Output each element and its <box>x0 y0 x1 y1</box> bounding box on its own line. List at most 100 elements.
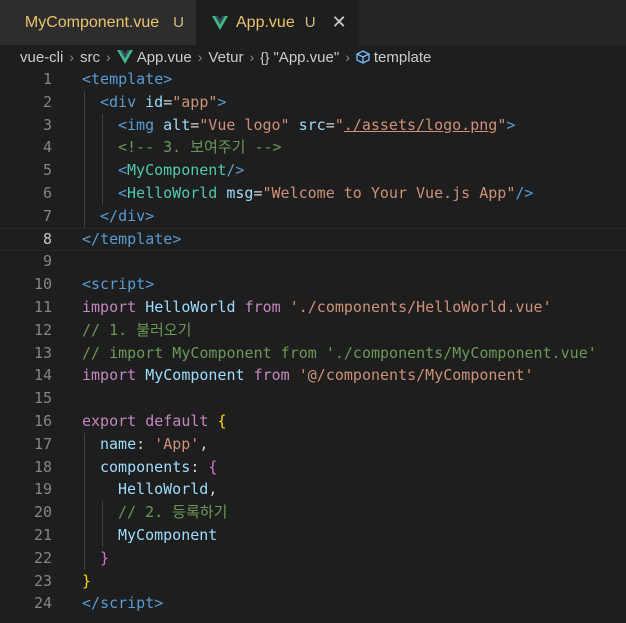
code-text: </div> <box>100 205 154 228</box>
line-number: 22 <box>33 548 52 567</box>
token: > <box>217 92 227 111</box>
line-number: 16 <box>33 411 52 430</box>
token: { <box>208 457 218 476</box>
token: script <box>100 594 155 613</box>
line-number: 21 <box>33 525 52 544</box>
token: : <box>190 457 200 476</box>
token: template <box>100 229 173 248</box>
close-icon[interactable]: ✕ <box>332 12 347 33</box>
tab-label: MyComponent.vue <box>24 13 160 31</box>
code-text: } <box>82 570 91 593</box>
token: div <box>118 206 146 225</box>
vue-file-icon <box>116 50 133 64</box>
breadcrumb-label: App.vue <box>136 48 192 66</box>
token: > <box>163 70 173 88</box>
token: MyComponent <box>118 525 218 544</box>
code-text: components: { <box>100 456 217 479</box>
line-number: 10 <box>33 275 52 294</box>
code-text: <MyComponent/> <box>118 159 244 182</box>
line-number: 18 <box>33 457 52 476</box>
braces-icon: {} <box>260 49 270 65</box>
breadcrumb-item-src[interactable]: src <box>80 49 100 66</box>
breadcrumb-item-template[interactable]: template <box>356 48 432 66</box>
line-number: 19 <box>33 480 52 499</box>
code-line: 14 import MyComponent from '@/components/… <box>0 364 626 387</box>
code-line: 21 MyComponent <box>0 524 626 547</box>
code-line: 18 components: { <box>0 456 626 479</box>
line-number: 6 <box>42 183 52 202</box>
token: = <box>163 92 173 111</box>
token: HelloWorld <box>145 297 236 316</box>
code-line: 24 </script> <box>0 592 626 615</box>
line-number: 8 <box>42 229 52 248</box>
code-line: 7 </div> <box>0 205 626 228</box>
breadcrumb-label: template <box>373 48 432 66</box>
breadcrumb-item-app-vue[interactable]: App.vue <box>116 48 192 66</box>
token: default <box>145 411 209 430</box>
token: name <box>100 434 137 453</box>
file-link[interactable]: ./assets/logo.png <box>344 116 498 134</box>
breadcrumb-item-vue-cli[interactable]: vue-cli <box>20 49 63 66</box>
code-text: // 1. 불러오기 <box>82 319 191 342</box>
token: > <box>145 206 155 225</box>
line-number: 24 <box>33 594 52 613</box>
tab-app-vue[interactable]: App.vue U ✕ <box>196 0 359 45</box>
line-number: 23 <box>33 571 52 590</box>
token: = <box>253 183 263 202</box>
tab-mycomponent-vue[interactable]: MyComponent.vue U <box>0 0 196 45</box>
code-text: // 2. 등록하기 <box>118 501 227 524</box>
breadcrumb-item-app-module[interactable]: {} "App.vue" <box>260 49 339 66</box>
token: , <box>208 480 218 499</box>
token: = <box>190 115 200 134</box>
token: img <box>127 115 155 134</box>
code-line: 19 HelloWorld, <box>0 478 626 501</box>
code-text: } <box>100 547 109 570</box>
token: "Welcome to Your Vue.js App" <box>262 183 516 202</box>
token: template <box>91 70 164 88</box>
token: id <box>145 92 164 111</box>
code-line: 11 import HelloWorld from './components/H… <box>0 296 626 319</box>
code-text: MyComponent <box>118 524 217 547</box>
token: > <box>172 229 182 248</box>
token: " <box>334 115 344 134</box>
code-editor[interactable]: 1 <template> 2 <div id="app"> 3 <img alt="V… <box>0 68 626 623</box>
token: MyComponent <box>127 161 227 180</box>
token: div <box>109 92 137 111</box>
token: alt <box>163 115 191 134</box>
token: } <box>100 548 110 567</box>
code-line: 9 <box>0 250 626 273</box>
code-text: <HelloWorld msg="Welcome to Your Vue.js … <box>118 182 533 205</box>
token: MyComponent <box>145 366 245 385</box>
breadcrumb: vue-cli › src › App.vue › Vetur › {} "Ap… <box>0 45 626 69</box>
token: export <box>82 411 137 430</box>
code-text: <!-- 3. 보여주기 --> <box>118 136 282 159</box>
code-line: 16 export default { <box>0 410 626 433</box>
code-text: // import MyComponent from './components… <box>82 342 597 365</box>
code-text: </script> <box>82 592 163 615</box>
token: // 2. 등록하기 <box>118 503 228 522</box>
code-line: 2 <div id="app"> <box>0 91 626 114</box>
line-number: 15 <box>33 389 52 408</box>
line-number: 12 <box>33 320 52 339</box>
token: "app" <box>172 92 218 111</box>
vue-file-icon <box>212 15 228 30</box>
token: < <box>100 92 110 111</box>
code-text: <img alt="Vue logo" src="./assets/logo.p… <box>118 114 515 137</box>
token: // import MyComponent from './components… <box>82 343 597 362</box>
code-line: 17 name: 'App', <box>0 433 626 456</box>
code-line: 22} <box>0 547 626 570</box>
code-text: import HelloWorld from './components/Hel… <box>82 296 552 319</box>
token: } <box>82 571 92 590</box>
code-line: 3 <img alt="Vue logo" src="./assets/logo.… <box>0 114 626 137</box>
line-number: 5 <box>42 161 52 180</box>
token: script <box>91 275 146 294</box>
token: import <box>82 297 137 316</box>
token: { <box>217 411 227 430</box>
untracked-badge: U <box>304 14 316 31</box>
code-text: export default { <box>82 410 227 433</box>
code-text: import MyComponent from '@/components/My… <box>82 364 534 387</box>
token: , <box>199 434 209 453</box>
breadcrumb-item-vetur[interactable]: Vetur <box>208 49 243 66</box>
code-line: 6 <HelloWorld msg="Welcome to Your Vue.js… <box>0 182 626 205</box>
breadcrumb-label: "App.vue" <box>273 48 340 66</box>
